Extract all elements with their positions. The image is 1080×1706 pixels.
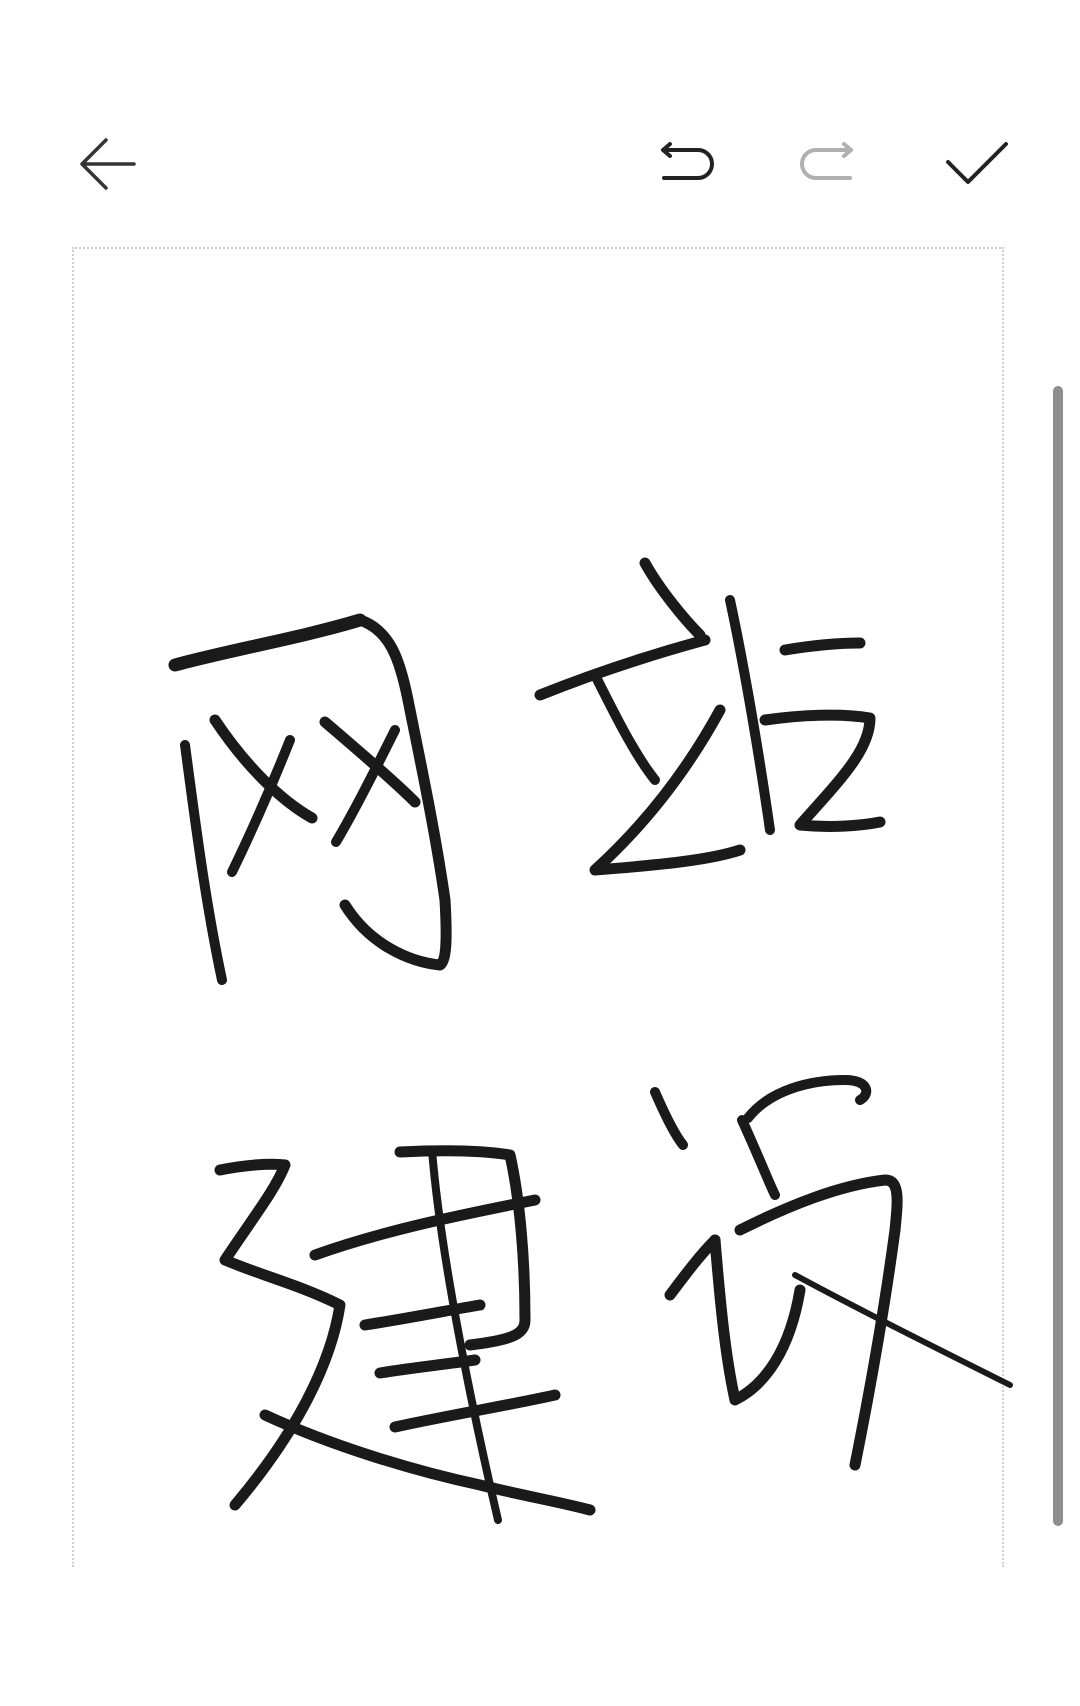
redo-icon (800, 142, 853, 180)
scrollbar-thumb[interactable] (1053, 386, 1063, 1526)
undo-button[interactable] (638, 116, 734, 212)
top-toolbar (0, 0, 1080, 240)
done-button[interactable] (928, 116, 1024, 212)
handwriting-canvas[interactable] (72, 247, 1004, 1567)
arrow-left-icon (80, 138, 136, 190)
redo-button[interactable] (780, 116, 876, 212)
checkmark-icon (946, 142, 1008, 184)
undo-icon (661, 142, 714, 180)
back-button[interactable] (60, 116, 156, 212)
vertical-scrollbar[interactable] (1050, 380, 1066, 1530)
handwriting-screen (0, 0, 1080, 1706)
